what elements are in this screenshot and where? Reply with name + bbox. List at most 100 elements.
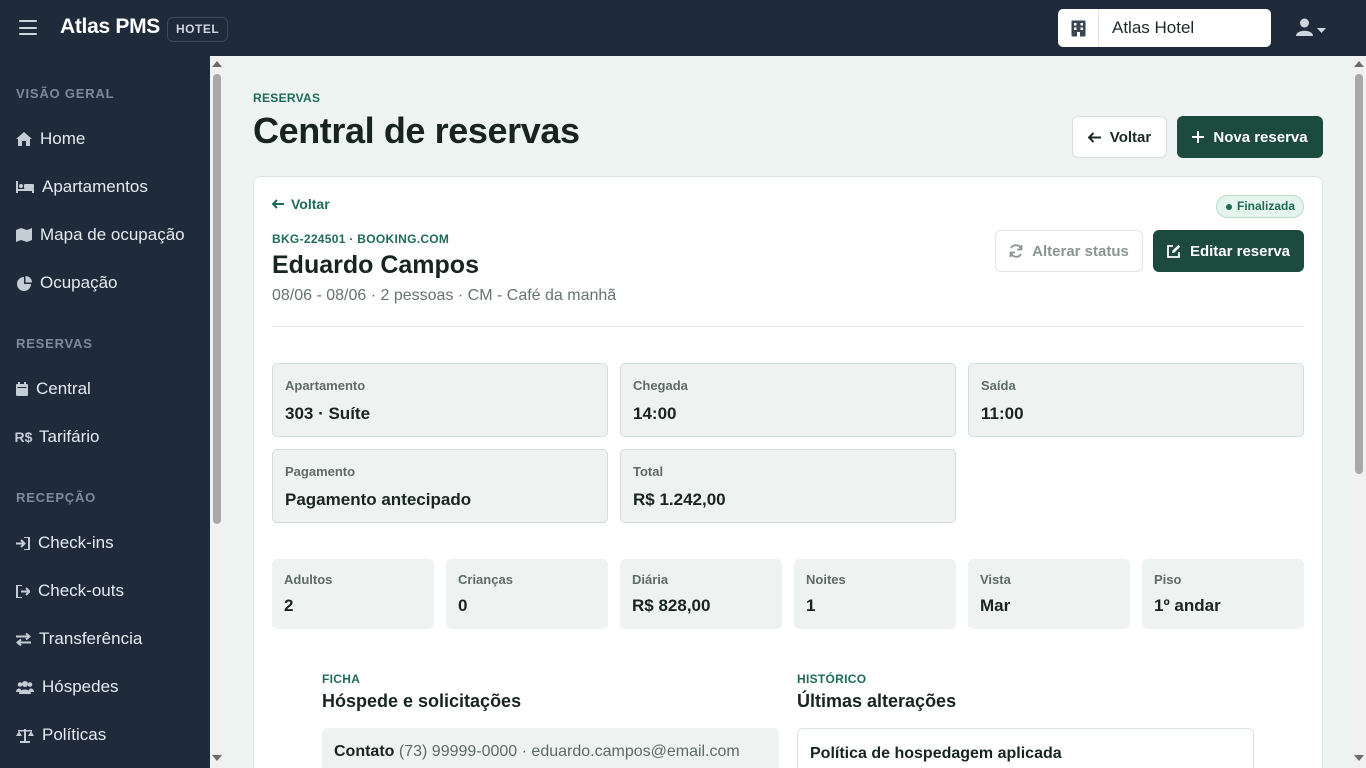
stat-label: Diária [632, 572, 669, 587]
sidebar-item-label: Check-outs [38, 581, 124, 600]
sidebar-item-tarifario[interactable]: R$ Tarifário [14, 427, 100, 447]
brand-badge: HOTEL [167, 17, 229, 42]
info-total: Total R$ 1.242,00 [620, 449, 956, 523]
sidebar-item-label: Ocupação [40, 273, 118, 292]
info-value: 303 · Suíte [285, 404, 371, 423]
edit-icon [1167, 244, 1181, 258]
sidebar: VISÃO GERAL Home Apartamentos Mapa de oc… [0, 56, 210, 768]
info-value: 11:00 [981, 404, 1024, 423]
info-pagamento: Pagamento Pagamento antecipado [272, 449, 608, 523]
booking-back-link-label: Voltar [291, 196, 330, 212]
users-icon [16, 679, 34, 695]
home-icon [16, 131, 32, 147]
calendar-icon [16, 381, 28, 397]
sidebar-item-label: Home [40, 129, 86, 148]
status-badge: Finalizada [1216, 195, 1305, 218]
stat-value: 0 [458, 596, 468, 615]
info-value: R$ 1.242,00 [633, 490, 726, 509]
info-chegada: Chegada 14:00 [620, 363, 956, 437]
sidebar-item-check-ins[interactable]: Check-ins [16, 533, 114, 553]
plus-icon [1192, 131, 1205, 143]
stat-value: R$ 828,00 [632, 596, 711, 615]
sidebar-item-politicas[interactable]: Políticas [16, 725, 106, 745]
history-entry: Política de hospedagem aplicada [797, 728, 1254, 768]
sidebar-item-label: Mapa de ocupação [40, 225, 185, 244]
sidebar-item-label: Transferência [39, 629, 143, 648]
sidebar-item-apartamentos[interactable]: Apartamentos [16, 177, 148, 197]
contact-label: Contato [334, 743, 395, 760]
currency-icon: R$ [14, 429, 33, 445]
hotel-selector[interactable]: Atlas Hotel [1058, 9, 1271, 47]
info-label: Apartamento [285, 378, 366, 393]
hotel-selector-label: Atlas Hotel [1112, 18, 1195, 37]
page-scroll-up-icon[interactable] [1354, 61, 1364, 67]
map-icon [16, 227, 32, 243]
brand-name[interactable]: Atlas PMS [60, 15, 160, 39]
user-menu[interactable] [1296, 18, 1326, 41]
bed-icon [16, 179, 34, 195]
stat-label: Vista [980, 572, 1011, 587]
change-status-button[interactable]: Alterar status [995, 230, 1143, 272]
stat-piso: Piso 1º andar [1142, 559, 1304, 629]
info-value: Pagamento antecipado [285, 490, 472, 509]
booking-code: BKG-224501 · BOOKING.COM [272, 232, 450, 246]
sidebar-item-check-outs[interactable]: Check-outs [16, 581, 124, 601]
stat-label: Noites [806, 572, 846, 587]
page-eyebrow: RESERVAS [253, 91, 321, 105]
menu-icon[interactable] [19, 20, 37, 35]
info-apartamento: Apartamento 303 · Suíte [272, 363, 608, 437]
page-title: Central de reservas [253, 110, 580, 151]
stat-value: 2 [284, 596, 294, 615]
divider [272, 326, 1304, 327]
sidebar-item-transferencia[interactable]: Transferência [16, 629, 142, 649]
stat-label: Adultos [284, 572, 333, 587]
change-status-button-label: Alterar status [1032, 242, 1129, 260]
history-entry-title: Política de hospedagem aplicada [810, 745, 1062, 762]
info-label: Saída [981, 378, 1016, 393]
stat-criancas: Crianças 0 [446, 559, 608, 629]
sidebar-item-hospedes[interactable]: Hóspedes [16, 677, 119, 697]
stat-vista: Vista Mar [968, 559, 1130, 629]
stat-noites: Noites 1 [794, 559, 956, 629]
user-icon [1296, 18, 1313, 41]
info-value: 14:00 [633, 404, 677, 423]
edit-booking-button[interactable]: Editar reserva [1153, 230, 1304, 272]
edit-booking-button-label: Editar reserva [1189, 242, 1291, 260]
contact-value[interactable]: (73) 99999-0000 · eduardo.campos@email.c… [399, 743, 740, 760]
historico-eyebrow: HISTÓRICO [797, 672, 867, 686]
page-scroll-thumb[interactable] [1355, 74, 1363, 474]
nav-group-reservas: RESERVAS [16, 336, 93, 351]
page-scroll-down-icon[interactable] [1354, 755, 1364, 761]
booking-back-link[interactable]: Voltar [272, 196, 330, 212]
stat-value: 1º andar [1154, 596, 1221, 615]
sidebar-item-mapa-de-ocupacao[interactable]: Mapa de ocupação [16, 225, 185, 245]
sidebar-item-central[interactable]: Central [16, 379, 91, 399]
scale-icon [16, 727, 34, 743]
sidebar-item-label: Check-ins [38, 533, 114, 552]
new-booking-button[interactable]: Nova reserva [1177, 116, 1323, 158]
stat-value: Mar [980, 596, 1011, 615]
sidebar-item-home[interactable]: Home [16, 129, 85, 149]
sidebar-scroll-thumb[interactable] [213, 74, 221, 524]
sidebar-item-ocupacao[interactable]: Ocupação [16, 273, 118, 293]
nav-group-visao-geral: VISÃO GERAL [16, 86, 115, 101]
contact-box: Contato (73) 99999-0000 · eduardo.campos… [322, 728, 779, 768]
contact-line: Contato (73) 99999-0000 · eduardo.campos… [334, 743, 740, 761]
sign-in-icon [16, 535, 30, 551]
sidebar-item-label: Tarifário [39, 427, 100, 446]
top-bar: Atlas PMS HOTEL Atlas Hotel [0, 0, 1366, 56]
nav-group-recepcao: RECEPÇÃO [16, 490, 97, 505]
back-button[interactable]: Voltar [1072, 116, 1167, 158]
sign-out-icon [16, 583, 30, 599]
sidebar-scroll-down-icon[interactable] [212, 755, 222, 761]
historico-title: Últimas alterações [797, 691, 957, 711]
ficha-title: Hóspede e solicitações [322, 691, 522, 711]
building-icon [1058, 9, 1099, 47]
sidebar-item-label: Apartamentos [42, 177, 148, 196]
stat-adultos: Adultos 2 [272, 559, 434, 629]
sidebar-scroll-up-icon[interactable] [212, 61, 222, 67]
pie-chart-icon [16, 275, 32, 291]
stat-label: Piso [1154, 572, 1182, 587]
sidebar-item-label: Hóspedes [42, 677, 119, 696]
info-label: Total [633, 464, 664, 479]
